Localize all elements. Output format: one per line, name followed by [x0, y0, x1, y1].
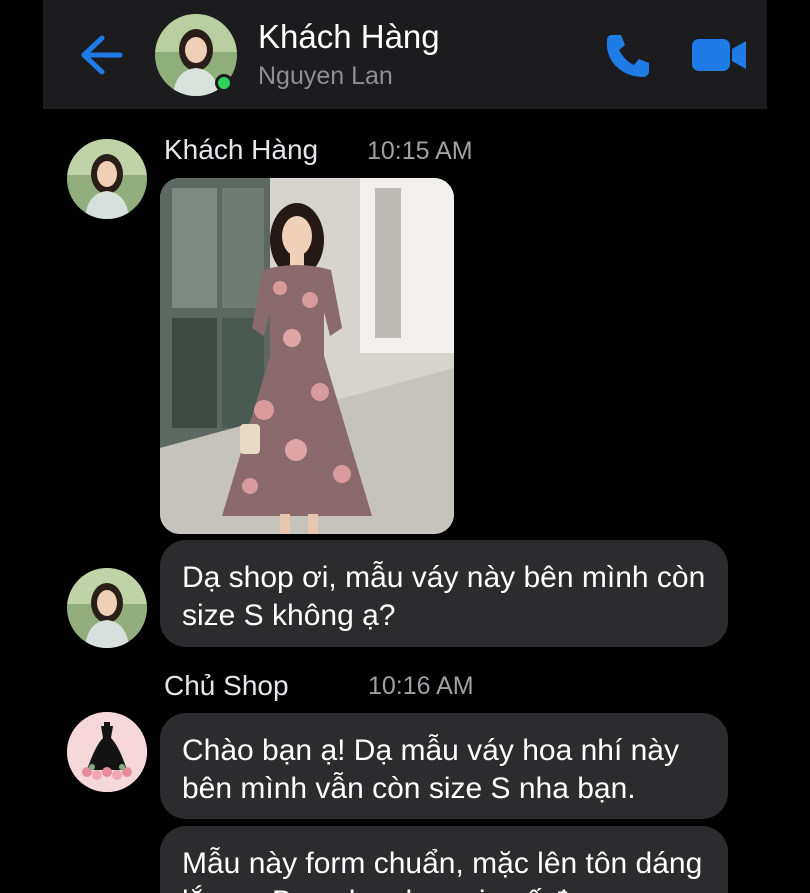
message-sender-name: Khách Hàng [164, 134, 319, 165]
shop-avatar[interactable] [67, 712, 147, 792]
message-bubble[interactable]: Mẫu này form chuẩn, mặc lên tôn dáng lắm… [160, 826, 728, 893]
online-status-dot [215, 74, 233, 92]
contact-name: Khách Hàng [258, 18, 440, 55]
message-timestamp: 10:15 AM [367, 137, 473, 165]
back-arrow-icon[interactable] [76, 32, 124, 78]
phone-icon[interactable] [602, 30, 654, 82]
contact-username: Nguyen Lan [258, 62, 393, 90]
video-camera-icon[interactable] [690, 33, 748, 77]
customer-avatar[interactable] [67, 139, 147, 219]
customer-avatar[interactable] [67, 568, 147, 648]
message-timestamp: 10:16 AM [368, 672, 474, 700]
woman-in-floral-dress-photo[interactable] [160, 178, 454, 534]
message-bubble[interactable]: Dạ shop ơi, mẫu váy này bên mình còn siz… [160, 540, 728, 647]
message-bubble[interactable]: Chào bạn ạ! Dạ mẫu váy hoa nhí này bên m… [160, 713, 728, 819]
message-sender-name: Chủ Shop [164, 670, 289, 701]
